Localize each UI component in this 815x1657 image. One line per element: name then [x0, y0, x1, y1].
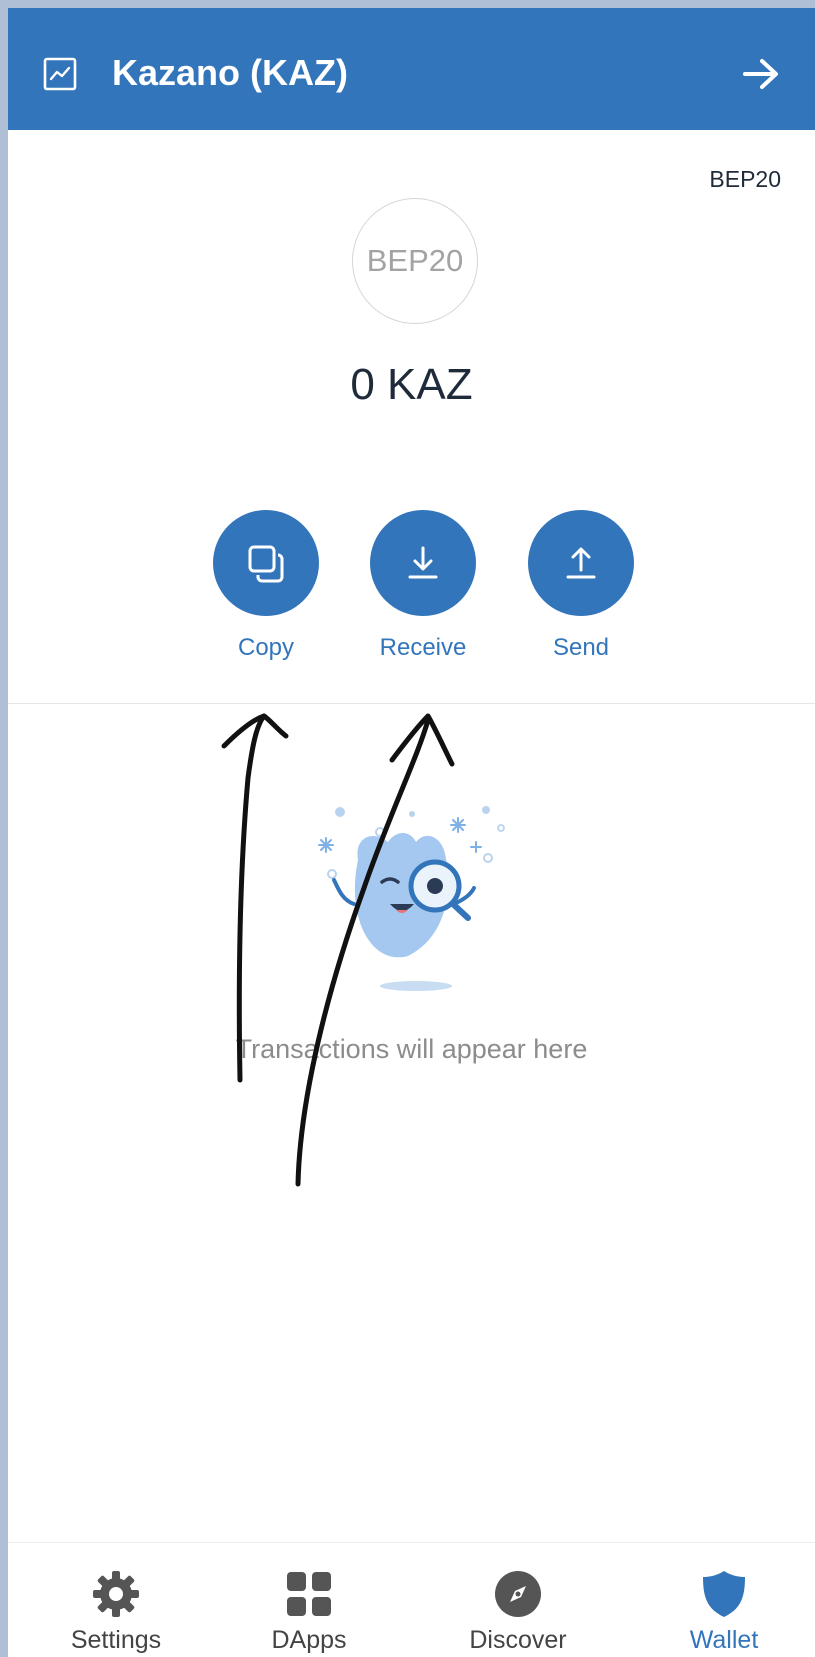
bottom-navigation: Settings DApps Discover Wallet	[8, 1542, 815, 1657]
shield-icon	[703, 1571, 745, 1617]
nav-item-discover[interactable]: Discover	[428, 1543, 608, 1657]
receive-button[interactable]: Receive	[358, 510, 488, 662]
upload-icon	[566, 547, 596, 579]
compass-icon	[495, 1571, 541, 1617]
nav-item-dapps[interactable]: DApps	[219, 1543, 399, 1657]
copy-button[interactable]: Copy	[201, 510, 331, 662]
copy-label: Copy	[237, 634, 295, 661]
receive-label: Receive	[379, 634, 467, 661]
token-logo: BEP20	[352, 198, 478, 324]
nav-icon-wrap-wallet	[696, 1566, 752, 1622]
forward-button[interactable]	[739, 54, 783, 94]
nav-item-settings[interactable]: Settings	[26, 1543, 206, 1657]
page-title: Kazano (KAZ)	[112, 52, 348, 93]
mascot-magnifier-illustration	[318, 806, 505, 991]
empty-transactions-message: Transactions will appear here	[235, 1034, 588, 1064]
nav-label-discover: Discover	[469, 1626, 567, 1654]
chart-button[interactable]	[40, 54, 80, 94]
nav-label-wallet: Wallet	[689, 1626, 759, 1654]
send-button[interactable]: Send	[516, 510, 646, 662]
copy-icon	[248, 545, 284, 583]
copy-button-circle[interactable]	[213, 510, 319, 616]
nav-icon-wrap-discover	[490, 1566, 546, 1622]
hand-drawn-arrow-left-head	[221, 713, 289, 749]
send-label: Send	[552, 634, 610, 661]
download-icon	[408, 546, 438, 579]
arrow-right-icon	[743, 59, 778, 89]
gear-icon	[93, 1571, 139, 1617]
top-bar: Kazano (KAZ)	[8, 8, 815, 130]
receive-button-circle[interactable]	[370, 510, 476, 616]
hand-drawn-arrow-left	[236, 713, 267, 1083]
token-balance: 0 KAZ	[350, 360, 473, 409]
grid-icon	[287, 1572, 331, 1616]
send-button-circle[interactable]	[528, 510, 634, 616]
section-divider	[8, 703, 815, 704]
chart-icon	[43, 57, 77, 91]
app-screen: Kazano (KAZ) BEP20 BEP20 0 KAZ Copy Rece…	[8, 8, 815, 1657]
nav-icon-wrap-settings	[88, 1566, 144, 1622]
nav-label-settings: Settings	[70, 1626, 162, 1654]
nav-icon-wrap-dapps	[281, 1566, 337, 1622]
nav-item-wallet[interactable]: Wallet	[634, 1543, 814, 1657]
nav-label-dapps: DApps	[271, 1626, 347, 1654]
network-badge: BEP20	[709, 166, 781, 192]
hand-drawn-arrow-right-head	[389, 713, 455, 767]
token-logo-text: BEP20	[366, 243, 464, 278]
